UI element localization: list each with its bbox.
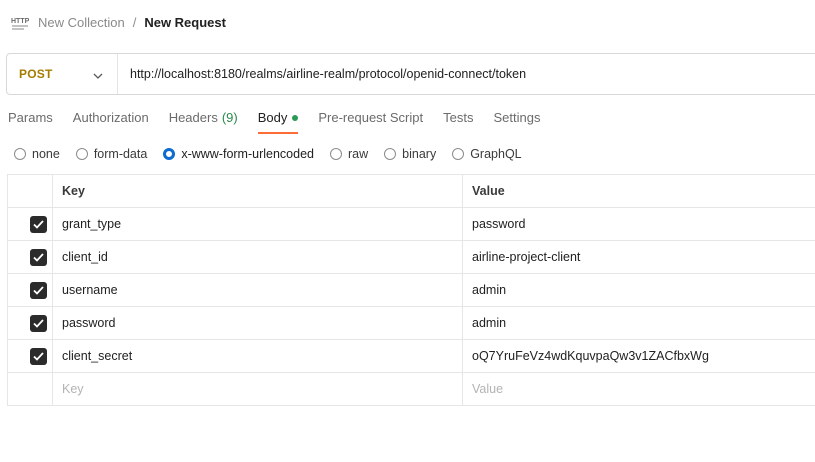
tab-params[interactable]: Params — [0, 104, 65, 134]
table-row: password admin — [8, 307, 815, 340]
param-value[interactable]: airline-project-client — [463, 241, 815, 273]
body-type-label: GraphQL — [470, 147, 522, 161]
request-name[interactable]: New Request — [144, 15, 226, 30]
radio-icon[interactable] — [384, 148, 397, 160]
column-header-value: Value — [472, 184, 505, 198]
row-check-cell — [8, 373, 53, 405]
tab-headers[interactable]: Headers (9) — [161, 104, 250, 134]
checkbox-checked-icon[interactable] — [29, 248, 47, 266]
breadcrumb: HTTP New Collection / New Request — [10, 10, 226, 34]
body-type-binary[interactable]: binary — [384, 147, 436, 161]
tab-label: Pre-request Script — [318, 110, 424, 125]
checkbox-checked-icon[interactable] — [29, 215, 47, 233]
new-value-input[interactable]: Value — [463, 373, 815, 405]
header-check-cell — [8, 175, 53, 207]
tab-label: Tests — [443, 110, 474, 125]
param-value[interactable]: oQ7YruFeVz4wdKquvpaQw3v1ZACfbxWg — [463, 340, 815, 372]
breadcrumb-parent[interactable]: New Collection — [38, 15, 125, 30]
checkbox-checked-icon[interactable] — [29, 281, 47, 299]
body-type-label: x-www-form-urlencoded — [181, 147, 314, 161]
tab-label: Authorization — [72, 110, 149, 125]
table-row: client_id airline-project-client — [8, 241, 815, 274]
method-label: POST — [19, 67, 53, 81]
new-key-input[interactable]: Key — [53, 373, 463, 405]
body-type-raw[interactable]: raw — [330, 147, 368, 161]
table-row: username admin — [8, 274, 815, 307]
tab-tests[interactable]: Tests — [435, 104, 485, 134]
body-type-x-www-form-urlencoded[interactable]: x-www-form-urlencoded — [163, 147, 314, 161]
tab-pre-request-script[interactable]: Pre-request Script — [310, 104, 435, 134]
body-type-none[interactable]: none — [14, 147, 60, 161]
method-select[interactable]: POST — [7, 54, 118, 94]
radio-icon[interactable] — [330, 148, 342, 160]
radio-icon[interactable] — [75, 148, 88, 160]
green-dot-icon — [292, 115, 299, 121]
body-type-graphql[interactable]: GraphQL — [452, 147, 522, 161]
tab-body[interactable]: Body — [250, 104, 311, 134]
tab-label: Params — [8, 110, 53, 125]
table-header-row: Key Value — [8, 175, 815, 208]
column-header-key: Key — [53, 175, 463, 207]
param-key[interactable]: client_id — [53, 241, 463, 273]
row-check-cell — [8, 274, 53, 306]
body-type-label: none — [32, 147, 60, 161]
tab-label: Body — [257, 110, 288, 125]
body-type-selector: none form-data x-www-form-urlencoded raw… — [14, 145, 538, 163]
tab-label: Headers — [168, 110, 218, 125]
svg-text:HTTP: HTTP — [11, 18, 30, 25]
body-type-label: raw — [348, 147, 369, 161]
body-type-form-data[interactable]: form-data — [75, 147, 148, 161]
headers-count: (9) — [221, 110, 238, 125]
body-type-label: binary — [402, 147, 437, 161]
param-value[interactable]: admin — [463, 307, 815, 339]
request-tabs: Params Authorization Headers (9) Body Pr… — [0, 104, 552, 134]
param-key[interactable]: client_secret — [53, 340, 463, 372]
breadcrumb-separator: / — [132, 14, 137, 30]
request-url-bar: POST http://localhost:8180/realms/airlin… — [6, 53, 815, 95]
urlencoded-params-table: Key Value grant_type password client_id … — [7, 174, 815, 406]
chevron-down-icon — [93, 67, 103, 82]
new-param-row: Key Value — [8, 373, 815, 406]
checkbox-checked-icon[interactable] — [29, 314, 47, 332]
table-row: grant_type password — [8, 208, 815, 241]
radio-icon[interactable] — [14, 148, 26, 160]
row-check-cell — [8, 241, 53, 273]
row-check-cell — [8, 307, 53, 339]
radio-selected-icon[interactable] — [163, 148, 176, 160]
table-row: client_secret oQ7YruFeVz4wdKquvpaQw3v1ZA… — [8, 340, 815, 373]
row-check-cell — [8, 340, 53, 372]
param-key[interactable]: username — [53, 274, 463, 306]
row-check-cell — [8, 208, 53, 240]
radio-icon[interactable] — [452, 148, 465, 160]
body-type-label: form-data — [93, 147, 148, 161]
param-key[interactable]: grant_type — [53, 208, 463, 240]
http-file-icon: HTTP — [10, 12, 30, 32]
tab-label: Settings — [493, 110, 541, 125]
tab-authorization[interactable]: Authorization — [65, 104, 161, 134]
param-key[interactable]: password — [53, 307, 463, 339]
checkbox-checked-icon[interactable] — [29, 347, 47, 365]
param-value[interactable]: admin — [463, 274, 815, 306]
tab-settings[interactable]: Settings — [485, 104, 552, 134]
url-input[interactable]: http://localhost:8180/realms/airline-rea… — [118, 54, 815, 94]
param-value[interactable]: password — [463, 208, 815, 240]
